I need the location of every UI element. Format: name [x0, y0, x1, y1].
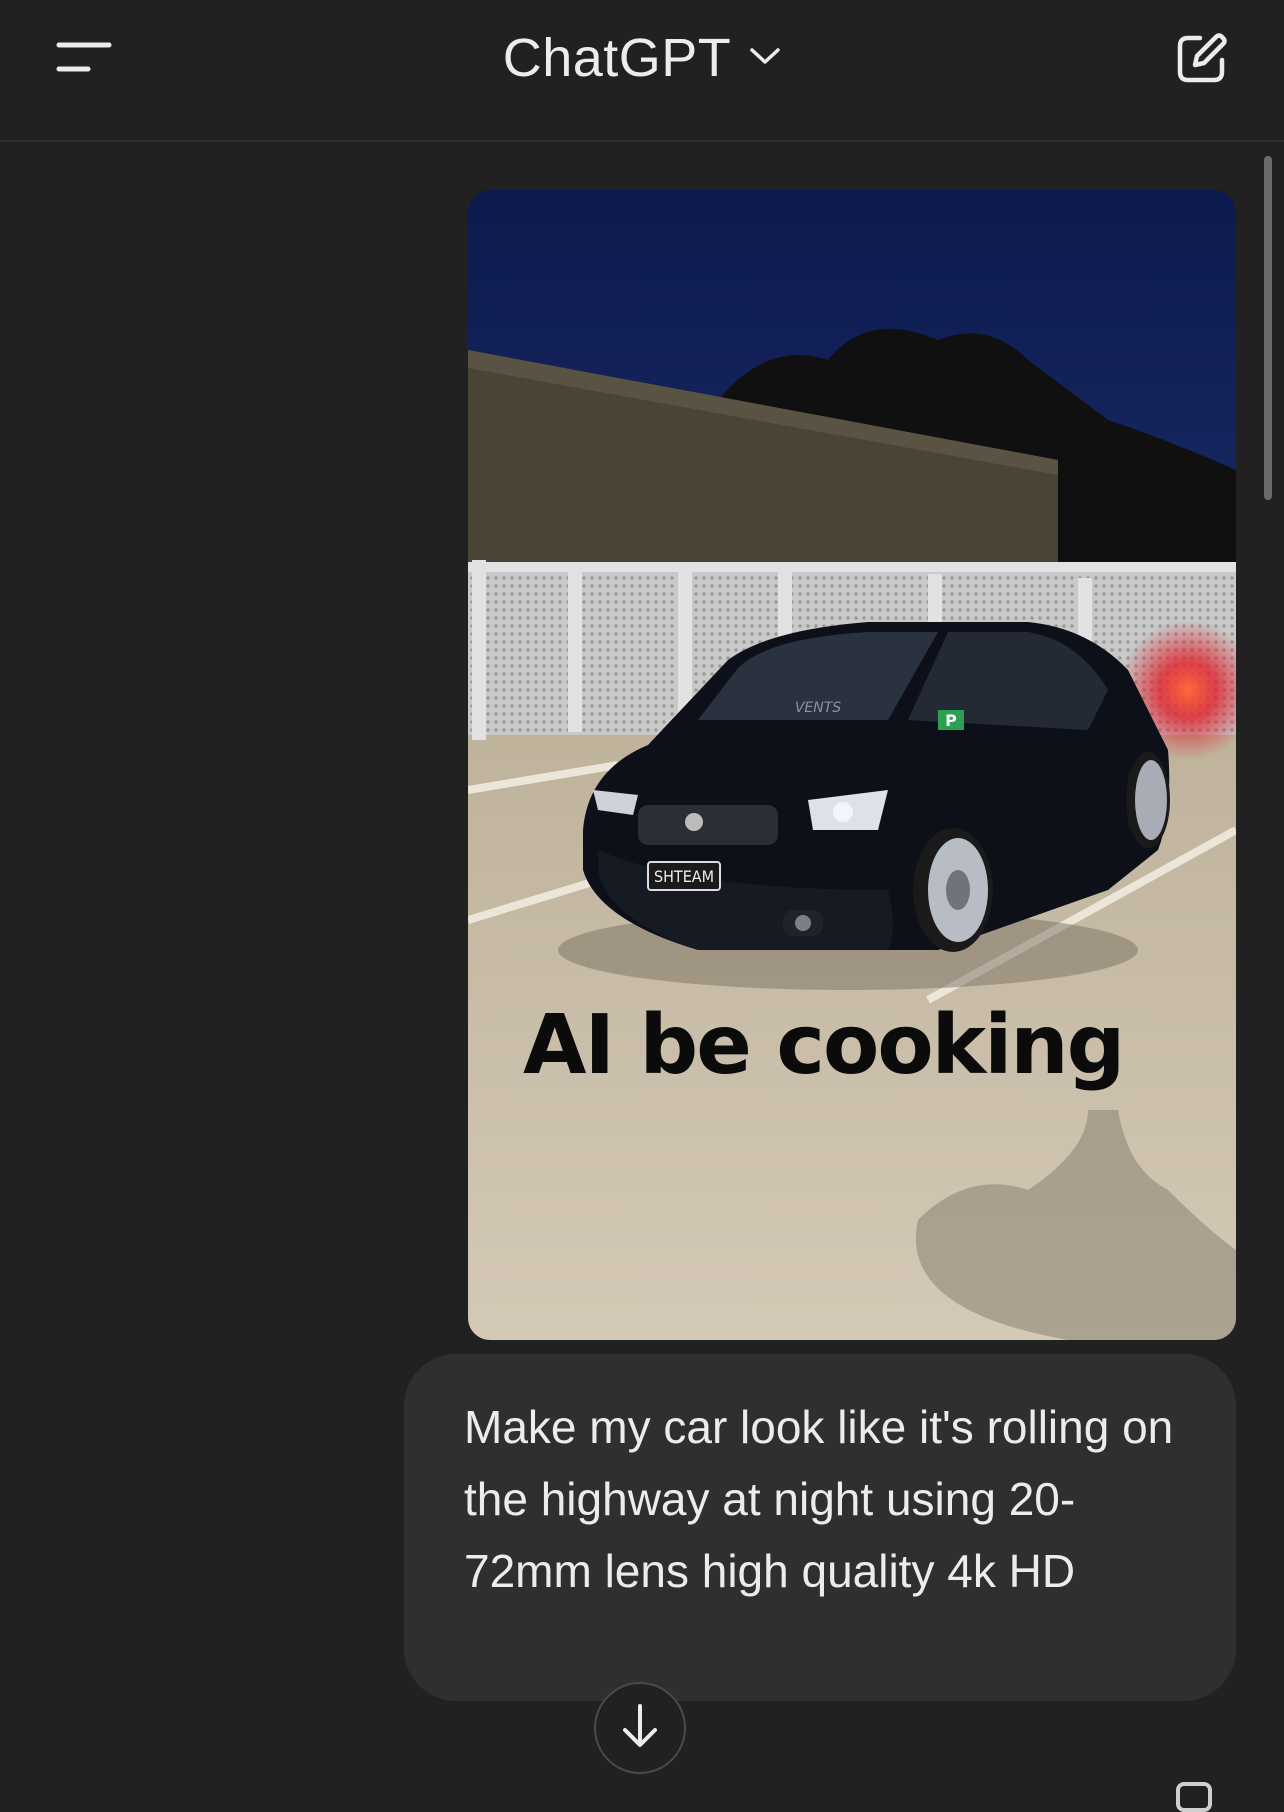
user-message-bubble: Make my car look like it's rolling on th…	[404, 1354, 1236, 1701]
license-plate-text: SHTEAM	[654, 867, 714, 886]
arrow-down-icon	[620, 1702, 660, 1755]
scrollbar[interactable]	[1264, 156, 1272, 500]
user-message-text: Make my car look like it's rolling on th…	[464, 1401, 1174, 1597]
top-bar: ChatGPT	[0, 0, 1284, 142]
windscreen-text: VENTS	[795, 700, 841, 716]
chevron-down-icon	[749, 46, 781, 71]
app-title: ChatGPT	[502, 28, 732, 88]
uploaded-car-image[interactable]: SHTEAM P VENTS AI be cooking	[468, 190, 1236, 1340]
partial-icon	[1176, 1782, 1212, 1812]
car-photo-svg: SHTEAM P VENTS	[468, 190, 1236, 1340]
p-plate-text: P	[945, 711, 957, 730]
image-overlay-caption: AI be cooking	[523, 998, 1125, 1093]
new-chat-icon[interactable]	[1174, 30, 1230, 86]
model-selector[interactable]: ChatGPT	[0, 26, 1284, 90]
scroll-down-button[interactable]	[594, 1682, 686, 1774]
